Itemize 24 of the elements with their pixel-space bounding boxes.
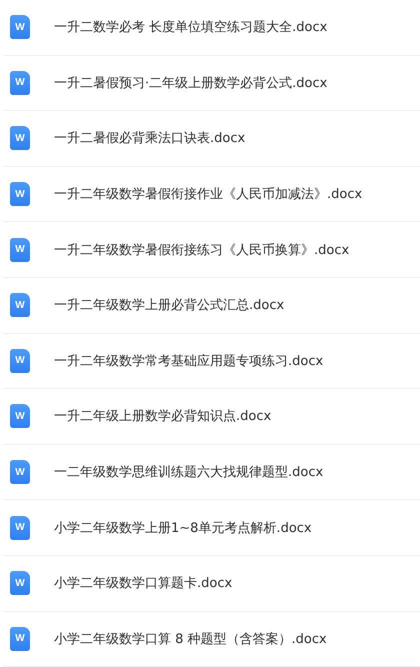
file-name[interactable]: 一升二年级数学暑假衔接作业《人民币加减法》.docx	[54, 185, 362, 204]
document-icon: W	[10, 126, 30, 150]
file-name[interactable]: 一升二年级数学常考基础应用题专项练习.docx	[54, 352, 324, 370]
document-icon: W	[10, 626, 30, 651]
document-icon: W	[10, 460, 30, 484]
document-icon: W	[10, 182, 30, 206]
file-name[interactable]: 一升二年级数学暑假衔接练习《人民币换算》.docx	[54, 240, 350, 259]
file-name[interactable]: 小学二年级数学口算 8 种题型（含答案）.docx	[54, 630, 327, 648]
document-icon: W	[10, 238, 30, 262]
document-icon: W	[10, 70, 30, 95]
file-name[interactable]: 一升二暑假必背乘法口诀表.docx	[54, 129, 246, 148]
file-name[interactable]: 一升二年级上册数学必背知识点.docx	[54, 407, 272, 426]
file-name[interactable]: 一升二年级数学上册必背公式汇总.docx	[54, 296, 284, 314]
document-icon: W	[10, 348, 30, 373]
file-name[interactable]: 一升二暑假预习·二年级上册数学必背公式.docx	[54, 74, 328, 92]
document-icon: W	[10, 516, 30, 540]
file-name[interactable]: 小学二年级数学口算题卡.docx	[54, 574, 232, 592]
document-icon: W	[10, 15, 30, 40]
document-icon: W	[10, 571, 30, 596]
document-icon: W	[10, 404, 30, 428]
file-name[interactable]: 一升二数学必考 长度单位填空练习题大全.docx	[54, 18, 328, 36]
file-name[interactable]: 小学二年级数学上册1~8单元考点解析.docx	[54, 518, 312, 537]
file-name[interactable]: 一二年级数学思维训练题六大找规律题型.docx	[54, 463, 324, 482]
document-icon: W	[10, 293, 30, 318]
